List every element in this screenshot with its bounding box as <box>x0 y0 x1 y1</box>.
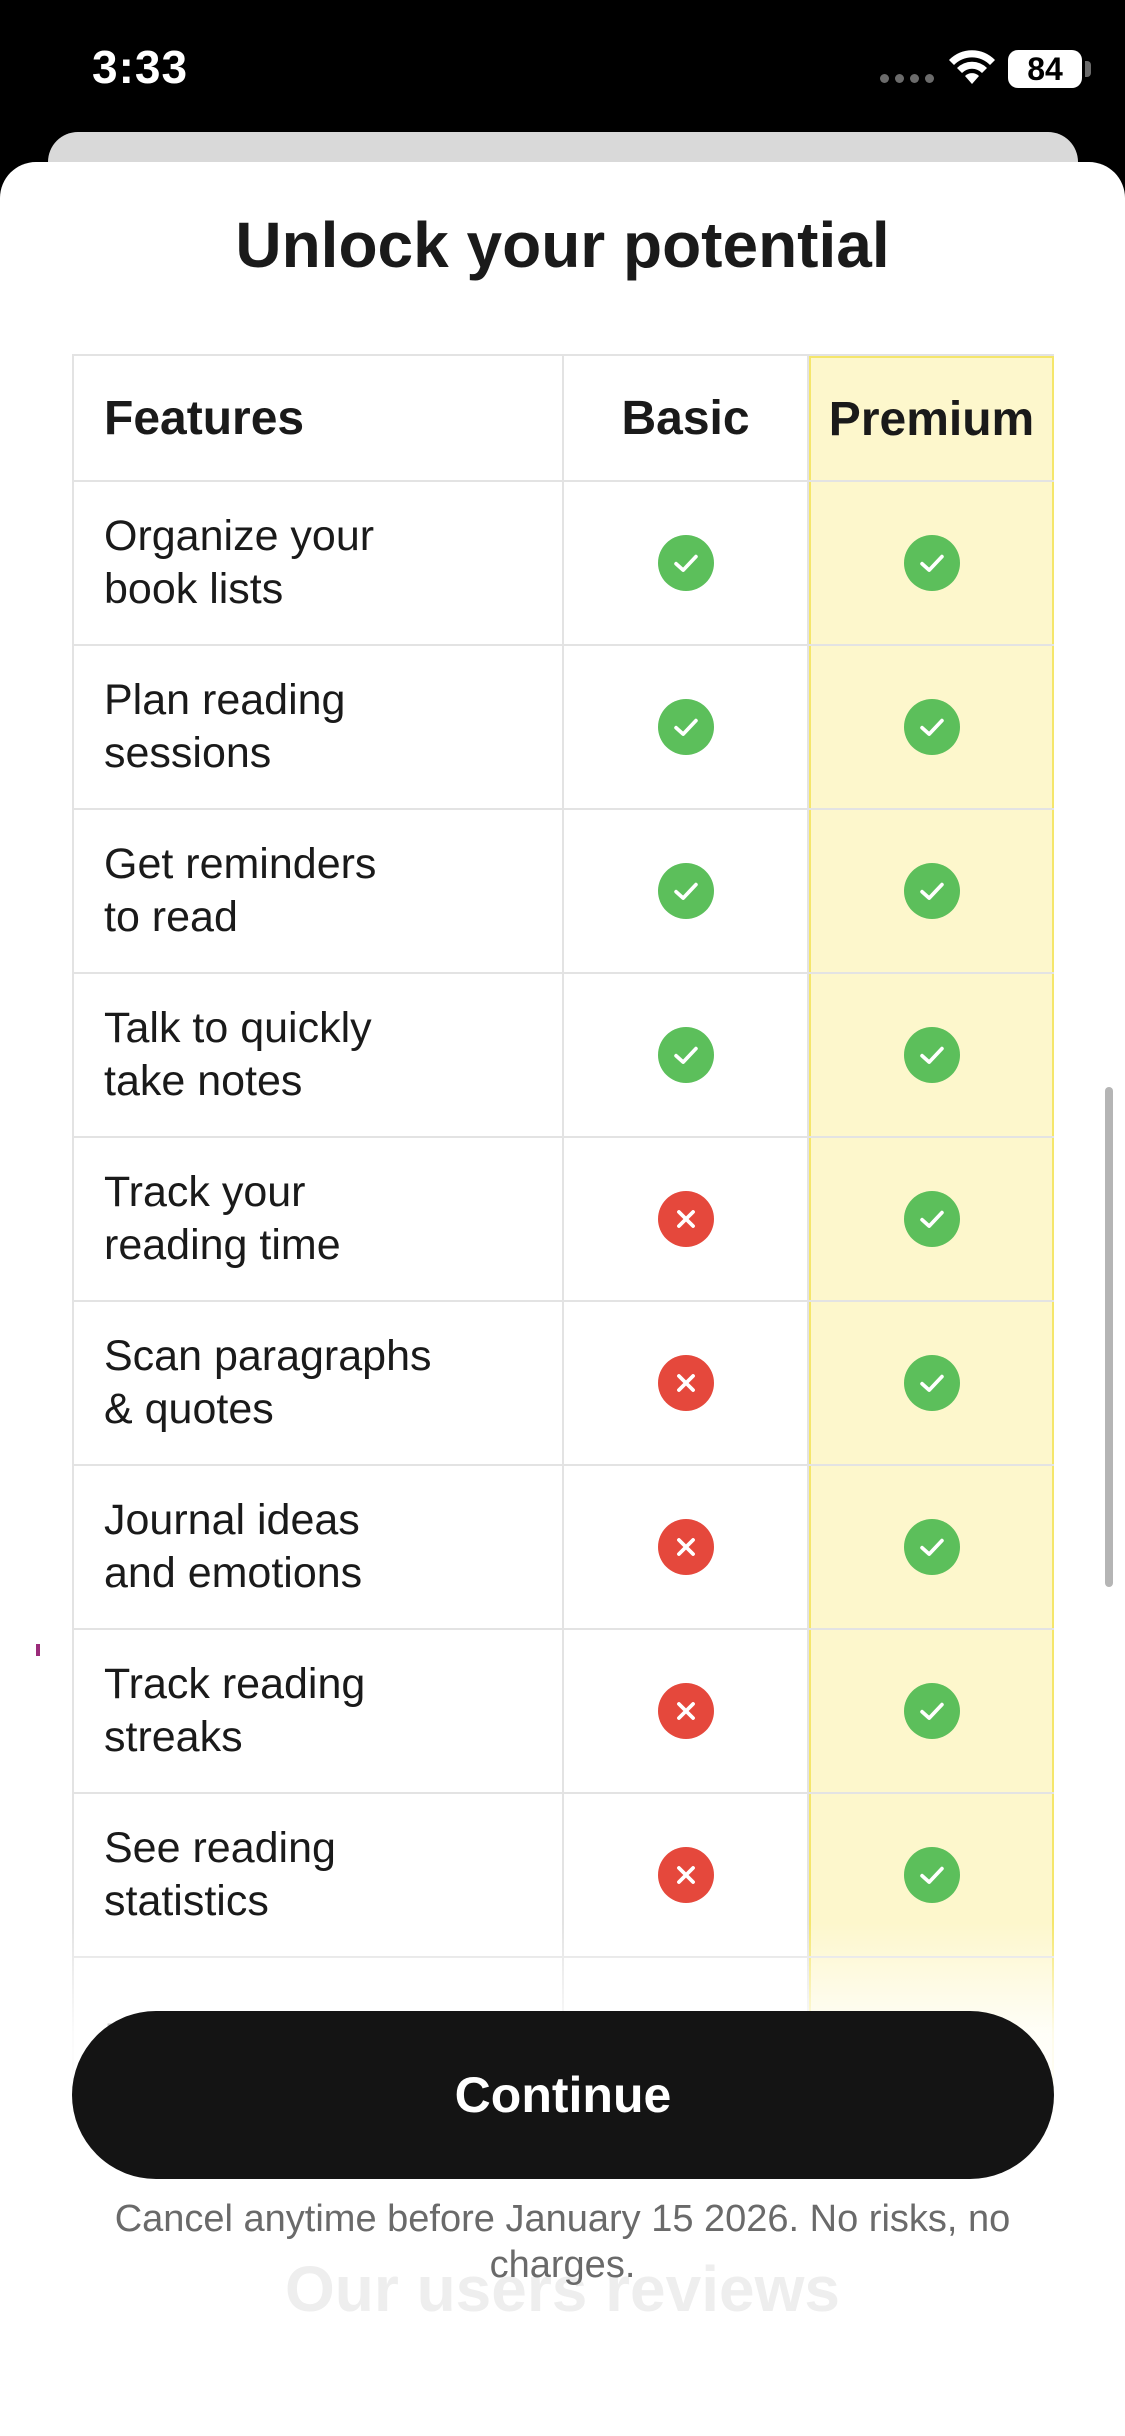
battery-tip <box>1085 61 1091 77</box>
premium-check-icon <box>903 863 960 919</box>
wifi-icon <box>949 50 995 84</box>
basic-cell <box>564 646 809 808</box>
basic-cell <box>564 810 809 972</box>
feature-label: Scan paragraphs & quotes <box>104 1332 432 1433</box>
basic-check-icon <box>657 863 714 919</box>
table-row: Journal ideas and emotions <box>72 1466 1054 1630</box>
basic-cell <box>564 1138 809 1300</box>
feature-label: Track your reading time <box>104 1168 341 1269</box>
premium-cell <box>809 1302 1054 1464</box>
basic-column-header: Basic <box>564 356 809 480</box>
premium-cell <box>809 810 1054 972</box>
premium-check-icon <box>903 1355 960 1411</box>
table-row: Track your reading time <box>72 1138 1054 1302</box>
battery-level: 84 <box>1027 50 1063 87</box>
table-row: Talk to quickly take notes <box>72 974 1054 1138</box>
feature-label: Track reading streaks <box>104 1660 366 1761</box>
premium-column-header: Premium <box>809 356 1054 480</box>
basic-cell <box>564 974 809 1136</box>
premium-check-icon <box>903 1191 960 1247</box>
premium-check-icon <box>903 1519 960 1575</box>
premium-cell <box>809 1630 1054 1792</box>
premium-cell <box>809 1466 1054 1628</box>
edge-mark <box>36 1644 40 1656</box>
features-column-header: Features <box>72 356 564 480</box>
feature-label: Journal ideas and emotions <box>104 1496 363 1597</box>
premium-check-icon <box>903 1847 960 1903</box>
table-row: Track reading streaks <box>72 1630 1054 1794</box>
feature-cell: Plan reading sessions <box>72 646 564 808</box>
basic-x-icon <box>657 1191 714 1247</box>
status-bar: 3:33 84 <box>0 0 1125 150</box>
basic-x-icon <box>657 1355 714 1411</box>
table-body: Organize your book lists Plan reading ses… <box>72 482 1054 2122</box>
battery-icon: 84 <box>1008 50 1082 88</box>
basic-cell <box>564 482 809 644</box>
cancel-note: Cancel anytime before January 15 2026. N… <box>114 2198 1011 2286</box>
basic-cell <box>564 1630 809 1792</box>
paywall-sheet[interactable]: Unlock your potential Features Basic Pre… <box>0 162 1125 2436</box>
table-header-row: Features Basic Premium <box>72 354 1054 482</box>
premium-check-icon <box>903 1027 960 1083</box>
feature-label: Plan reading sessions <box>104 676 346 777</box>
feature-label: Talk to quickly take notes <box>104 1004 372 1105</box>
table-row: Scan paragraphs & quotes <box>72 1302 1054 1466</box>
premium-cell <box>809 1138 1054 1300</box>
table-row: Get reminders to read <box>72 810 1054 974</box>
feature-cell: Talk to quickly take notes <box>72 974 564 1136</box>
feature-label: See reading statistics <box>104 1824 336 1925</box>
page-title: Unlock your potential <box>235 209 890 281</box>
continue-button[interactable]: Continue <box>72 2011 1054 2179</box>
premium-cell <box>809 646 1054 808</box>
status-time: 3:33 <box>92 41 189 93</box>
feature-comparison-table: Features Basic Premium Organize your boo… <box>72 354 1054 2122</box>
table-row: Organize your book lists <box>72 482 1054 646</box>
basic-check-icon <box>657 535 714 591</box>
table-row: Plan reading sessions <box>72 646 1054 810</box>
basic-check-icon <box>657 1027 714 1083</box>
basic-x-icon <box>657 1847 714 1903</box>
scrollbar[interactable] <box>1105 1087 1113 1587</box>
basic-check-icon <box>657 699 714 755</box>
premium-check-icon <box>903 699 960 755</box>
cellular-signal-icon <box>880 74 934 83</box>
premium-cell <box>809 482 1054 644</box>
basic-x-icon <box>657 1519 714 1575</box>
feature-cell: Get reminders to read <box>72 810 564 972</box>
feature-label: Organize your book lists <box>104 512 375 613</box>
feature-cell: Journal ideas and emotions <box>72 1466 564 1628</box>
basic-cell <box>564 1466 809 1628</box>
feature-cell: Track your reading time <box>72 1138 564 1300</box>
feature-cell: Track reading streaks <box>72 1630 564 1792</box>
basic-x-icon <box>657 1683 714 1739</box>
feature-label: Get reminders to read <box>104 840 377 941</box>
feature-cell: Organize your book lists <box>72 482 564 644</box>
basic-cell <box>564 1302 809 1464</box>
premium-check-icon <box>903 535 960 591</box>
premium-cell <box>809 974 1054 1136</box>
feature-cell: Scan paragraphs & quotes <box>72 1302 564 1464</box>
premium-check-icon <box>903 1683 960 1739</box>
